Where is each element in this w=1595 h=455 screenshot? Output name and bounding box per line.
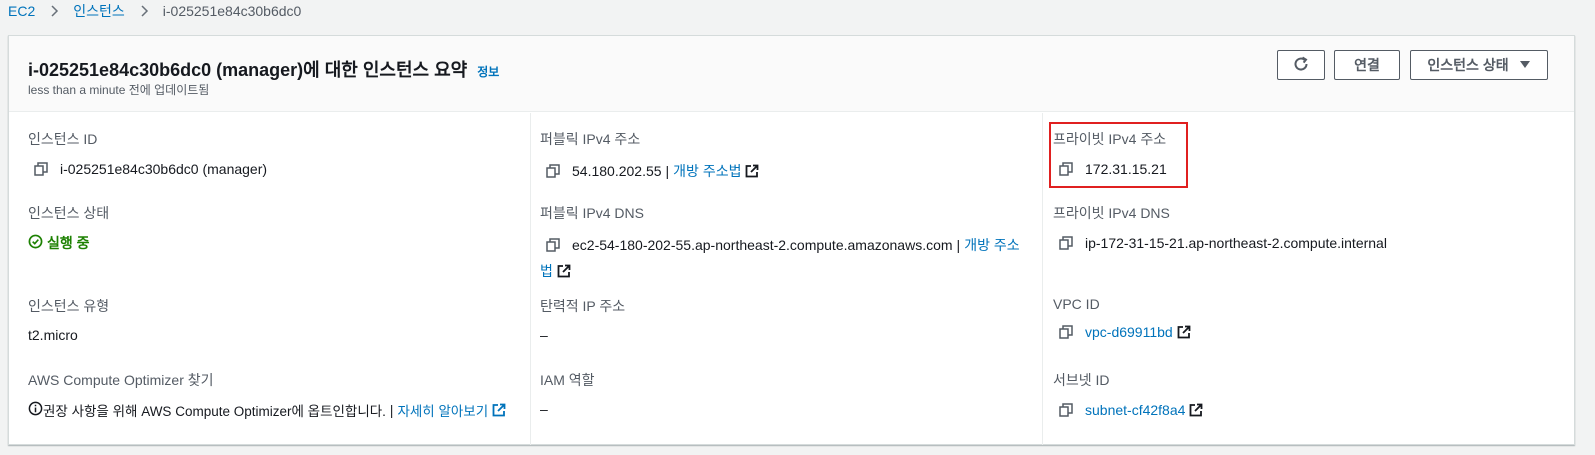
instance-id-field: 인스턴스 ID i-025251e84c30b6dc0 (manager): [28, 129, 267, 177]
chevron-right-icon: [137, 4, 151, 18]
separator: |: [956, 237, 961, 253]
check-circle-icon: [28, 234, 47, 252]
caret-down-icon: [1519, 57, 1531, 73]
open-address-link[interactable]: 개방 주소법: [673, 161, 741, 181]
learn-more-link[interactable]: 자세히 알아보기: [397, 400, 488, 420]
instance-type-field: 인스턴스 유형 t2.micro: [28, 296, 109, 343]
iam-role-field: IAM 역할 –: [540, 370, 595, 417]
instance-state-dropdown[interactable]: 인스턴스 상태: [1410, 50, 1548, 80]
external-link-icon[interactable]: [1189, 403, 1203, 417]
chevron-right-icon: [47, 4, 61, 18]
subnet-id-field: 서브넷 ID subnet-cf42f8a4: [1053, 370, 1203, 418]
compute-optimizer-field: AWS Compute Optimizer 찾기 권장 사항을 위해 AWS C…: [28, 370, 506, 420]
instance-summary-panel: i-025251e84c30b6dc0 (manager)에 대한 인스턴스 요…: [8, 35, 1575, 445]
field-label: 인스턴스 유형: [28, 298, 110, 314]
refresh-icon: [1292, 55, 1310, 76]
instance-id-value: i-025251e84c30b6dc0 (manager): [60, 161, 268, 177]
copy-icon[interactable]: [546, 238, 560, 252]
breadcrumb-current: i-025251e84c30b6dc0: [162, 3, 302, 19]
field-label: 인스턴스 상태: [28, 205, 110, 221]
private-dns-value: ip-172-31-15-21.ap-northeast-2.compute.i…: [1085, 235, 1387, 251]
details-column-2: 퍼블릭 IPv4 주소 54.180.202.55 | 개방 주소법 퍼블릭 I…: [531, 113, 1043, 445]
copy-icon[interactable]: [34, 162, 48, 176]
copy-icon[interactable]: [1059, 403, 1073, 417]
highlight-box: [1049, 122, 1188, 188]
external-link-icon[interactable]: [557, 264, 571, 278]
instance-state-field: 인스턴스 상태 실행 중: [28, 203, 109, 253]
copy-icon[interactable]: [546, 164, 560, 178]
open-address-link-cont[interactable]: 법: [540, 261, 553, 281]
public-ipv4-field: 퍼블릭 IPv4 주소 54.180.202.55 | 개방 주소법: [540, 129, 759, 181]
public-ipv4-value: 54.180.202.55: [572, 163, 662, 179]
field-label: 탄력적 IP 주소: [540, 298, 626, 314]
info-link[interactable]: 정보: [477, 65, 499, 79]
field-label: 퍼블릭 IPv4 주소: [540, 131, 641, 147]
external-link-icon[interactable]: [1177, 325, 1191, 339]
separator: |: [389, 402, 394, 418]
instance-state-label: 인스턴스 상태: [1427, 57, 1509, 73]
page-title-text: i-025251e84c30b6dc0 (manager)에 대한 인스턴스 요…: [28, 60, 468, 80]
iam-role-value: –: [540, 401, 548, 417]
instance-type-value: t2.micro: [28, 327, 78, 343]
last-updated-text: less than a minute 전에 업데이트됨: [28, 83, 210, 97]
vpc-id-link[interactable]: vpc-d69911bd: [1085, 324, 1173, 340]
open-address-link[interactable]: 개방 주소: [964, 235, 1019, 255]
field-label: VPC ID: [1053, 296, 1100, 312]
panel-header: i-025251e84c30b6dc0 (manager)에 대한 인스턴스 요…: [9, 36, 1574, 112]
public-dns-value: ec2-54-180-202-55.ap-northeast-2.compute…: [572, 237, 953, 253]
breadcrumb-instances[interactable]: 인스턴스: [73, 1, 125, 21]
vpc-id-field: VPC ID vpc-d69911bd: [1053, 296, 1191, 340]
refresh-button[interactable]: [1277, 50, 1325, 80]
status-badge: 실행 중: [47, 235, 90, 251]
field-label: IAM 역할: [540, 372, 595, 388]
field-label: 인스턴스 ID: [28, 131, 98, 147]
connect-button[interactable]: 연결: [1334, 50, 1400, 80]
public-dns-field: 퍼블릭 IPv4 DNS ec2-54-180-202-55.ap-northe…: [540, 203, 1035, 281]
breadcrumb-ec2[interactable]: EC2: [8, 3, 35, 19]
external-link-icon[interactable]: [745, 164, 759, 178]
details-column-1: 인스턴스 ID i-025251e84c30b6dc0 (manager) 인스…: [9, 113, 531, 445]
elastic-ip-field: 탄력적 IP 주소 –: [540, 296, 625, 343]
copy-icon[interactable]: [1059, 325, 1073, 339]
copy-icon[interactable]: [1059, 236, 1073, 250]
subnet-id-link[interactable]: subnet-cf42f8a4: [1085, 402, 1185, 418]
separator: |: [665, 163, 670, 179]
page-title: i-025251e84c30b6dc0 (manager)에 대한 인스턴스 요…: [28, 56, 499, 82]
field-label: 퍼블릭 IPv4 DNS: [540, 205, 644, 221]
private-dns-field: 프라이빗 IPv4 DNS ip-172-31-15-21.ap-northea…: [1053, 203, 1387, 251]
field-label: AWS Compute Optimizer 찾기: [28, 372, 214, 388]
info-circle-icon: [28, 401, 43, 419]
field-label: 프라이빗 IPv4 DNS: [1053, 205, 1170, 221]
breadcrumb: EC2 인스턴스 i-025251e84c30b6dc0: [8, 0, 301, 22]
field-label: 서브넷 ID: [1053, 372, 1110, 388]
external-link-icon[interactable]: [492, 403, 506, 417]
optimizer-text: 권장 사항을 위해 AWS Compute Optimizer에 옵트인합니다.: [43, 404, 386, 419]
elastic-ip-value: –: [540, 327, 548, 343]
